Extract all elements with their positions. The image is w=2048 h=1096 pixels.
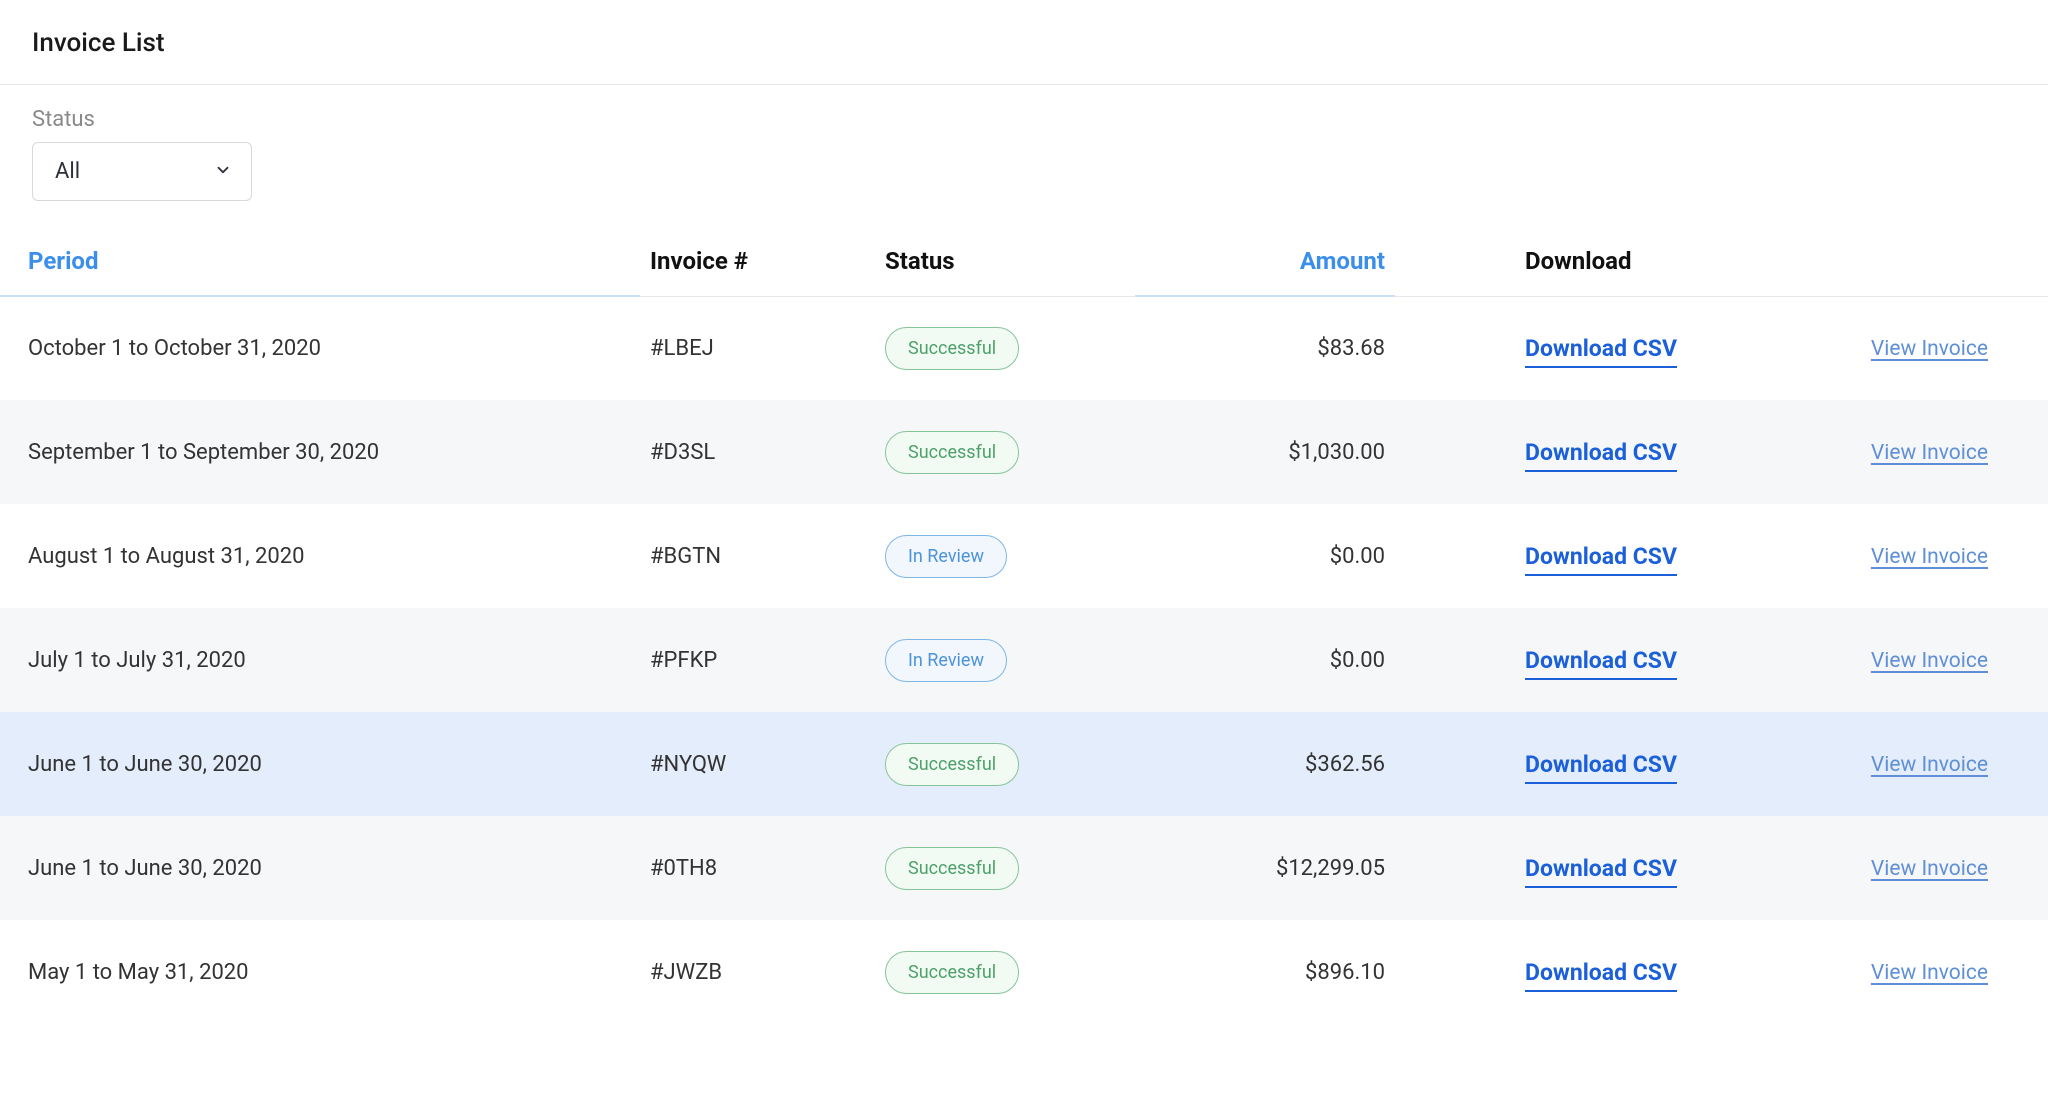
status-badge: Successful <box>885 951 1019 994</box>
cell-period: July 1 to July 31, 2020 <box>0 608 640 712</box>
cell-amount: $896.10 <box>1135 920 1395 1024</box>
cell-view: View Invoice <box>1755 296 2048 400</box>
status-filter-label: Status <box>32 107 2016 132</box>
page-title: Invoice List <box>32 28 2016 58</box>
cell-invoice: #NYQW <box>640 712 875 816</box>
view-invoice-link[interactable]: View Invoice <box>1871 857 1988 881</box>
invoice-table: Period Invoice # Status Amount Download … <box>0 229 2048 1024</box>
cell-amount: $362.56 <box>1135 712 1395 816</box>
status-badge: In Review <box>885 535 1007 578</box>
col-invoice: Invoice # <box>640 229 875 296</box>
col-actions <box>1755 229 2048 296</box>
cell-period: August 1 to August 31, 2020 <box>0 504 640 608</box>
view-invoice-link[interactable]: View Invoice <box>1871 753 1988 777</box>
table-row: September 1 to September 30, 2020#D3SLSu… <box>0 400 2048 504</box>
cell-download: Download CSV <box>1395 504 1755 608</box>
view-invoice-link[interactable]: View Invoice <box>1871 649 1988 673</box>
table-row: June 1 to June 30, 2020#0TH8Successful $1… <box>0 816 2048 920</box>
cell-invoice: #JWZB <box>640 920 875 1024</box>
page-header: Invoice List <box>0 0 2048 85</box>
cell-view: View Invoice <box>1755 400 2048 504</box>
cell-status: In Review <box>875 608 1135 712</box>
status-filter[interactable]: All <box>32 142 252 201</box>
cell-status: Successful <box>875 296 1135 400</box>
cell-view: View Invoice <box>1755 504 2048 608</box>
col-download: Download <box>1395 229 1755 296</box>
table-row: October 1 to October 31, 2020#LBEJSucces… <box>0 296 2048 400</box>
cell-invoice: #0TH8 <box>640 816 875 920</box>
cell-amount: $1,030.00 <box>1135 400 1395 504</box>
status-filter-value[interactable]: All <box>32 142 252 201</box>
download-csv-link[interactable]: Download CSV <box>1525 959 1677 992</box>
cell-amount: $0.00 <box>1135 608 1395 712</box>
cell-download: Download CSV <box>1395 712 1755 816</box>
col-amount[interactable]: Amount <box>1135 229 1395 296</box>
cell-invoice: #BGTN <box>640 504 875 608</box>
table-row: August 1 to August 31, 2020#BGTNIn Revie… <box>0 504 2048 608</box>
download-csv-link[interactable]: Download CSV <box>1525 543 1677 576</box>
view-invoice-link[interactable]: View Invoice <box>1871 337 1988 361</box>
view-invoice-link[interactable]: View Invoice <box>1871 441 1988 465</box>
table-header-row: Period Invoice # Status Amount Download <box>0 229 2048 296</box>
cell-download: Download CSV <box>1395 816 1755 920</box>
cell-invoice: #PFKP <box>640 608 875 712</box>
cell-period: May 1 to May 31, 2020 <box>0 920 640 1024</box>
cell-amount: $0.00 <box>1135 504 1395 608</box>
cell-invoice: #D3SL <box>640 400 875 504</box>
view-invoice-link[interactable]: View Invoice <box>1871 961 1988 985</box>
download-csv-link[interactable]: Download CSV <box>1525 751 1677 784</box>
cell-period: October 1 to October 31, 2020 <box>0 296 640 400</box>
cell-view: View Invoice <box>1755 712 2048 816</box>
cell-view: View Invoice <box>1755 608 2048 712</box>
status-badge: Successful <box>885 743 1019 786</box>
download-csv-link[interactable]: Download CSV <box>1525 439 1677 472</box>
status-badge: Successful <box>885 431 1019 474</box>
table-row: July 1 to July 31, 2020#PFKPIn Review $0.… <box>0 608 2048 712</box>
download-csv-link[interactable]: Download CSV <box>1525 855 1677 888</box>
view-invoice-link[interactable]: View Invoice <box>1871 545 1988 569</box>
cell-view: View Invoice <box>1755 816 2048 920</box>
cell-view: View Invoice <box>1755 920 2048 1024</box>
cell-period: June 1 to June 30, 2020 <box>0 712 640 816</box>
cell-invoice: #LBEJ <box>640 296 875 400</box>
col-status: Status <box>875 229 1135 296</box>
cell-status: Successful <box>875 920 1135 1024</box>
status-badge: Successful <box>885 327 1019 370</box>
cell-period: September 1 to September 30, 2020 <box>0 400 640 504</box>
cell-amount: $83.68 <box>1135 296 1395 400</box>
cell-download: Download CSV <box>1395 400 1755 504</box>
status-badge: In Review <box>885 639 1007 682</box>
cell-status: Successful <box>875 712 1135 816</box>
cell-status: Successful <box>875 816 1135 920</box>
cell-amount: $12,299.05 <box>1135 816 1395 920</box>
cell-status: Successful <box>875 400 1135 504</box>
col-period[interactable]: Period <box>0 229 640 296</box>
table-row: June 1 to June 30, 2020#NYQWSuccessful $3… <box>0 712 2048 816</box>
invoice-list-page: Invoice List Status All Period Invoice #… <box>0 0 2048 1024</box>
table-row: May 1 to May 31, 2020#JWZBSuccessful $896… <box>0 920 2048 1024</box>
cell-period: June 1 to June 30, 2020 <box>0 816 640 920</box>
cell-download: Download CSV <box>1395 920 1755 1024</box>
filter-bar: Status All <box>0 85 2048 229</box>
cell-download: Download CSV <box>1395 608 1755 712</box>
download-csv-link[interactable]: Download CSV <box>1525 647 1677 680</box>
status-badge: Successful <box>885 847 1019 890</box>
cell-download: Download CSV <box>1395 296 1755 400</box>
cell-status: In Review <box>875 504 1135 608</box>
download-csv-link[interactable]: Download CSV <box>1525 335 1677 368</box>
